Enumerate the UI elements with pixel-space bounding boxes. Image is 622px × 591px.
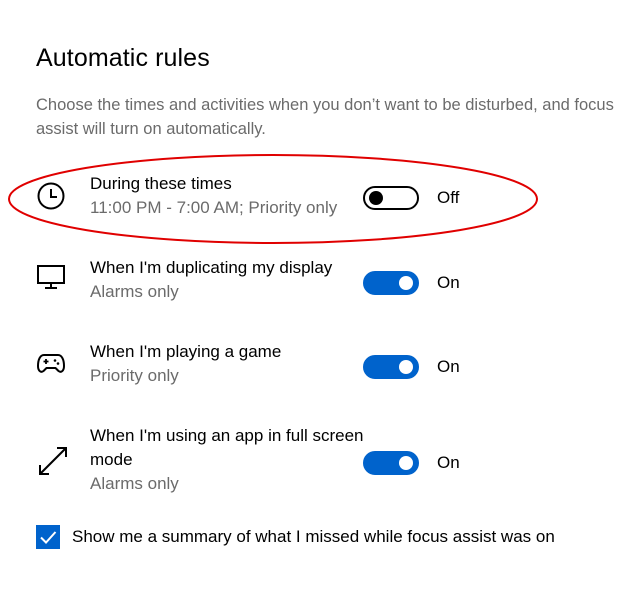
toggle-state-label: On: [437, 357, 460, 376]
rule-subtitle: Priority only: [90, 366, 179, 385]
clock-icon: [36, 181, 66, 211]
toggle-knob: [399, 360, 413, 374]
summary-checkbox-row[interactable]: Show me a summary of what I missed while…: [36, 524, 616, 550]
during-these-times-toggle[interactable]: [363, 186, 419, 210]
toggle-state-label: On: [437, 453, 460, 472]
rule-subtitle: 11:00 PM - 7:00 AM; Priority only: [90, 198, 338, 217]
rule-name: When I'm using an app in full screen mod…: [90, 426, 364, 469]
section-description: Choose the times and activities when you…: [36, 96, 614, 138]
section-title: Automatic rules: [36, 44, 210, 72]
toggle-knob: [399, 456, 413, 470]
rule-name: When I'm duplicating my display: [90, 258, 333, 277]
rule-duplicating-display[interactable]: When I'm duplicating my display Alarms o…: [36, 256, 506, 308]
rule-playing-game[interactable]: When I'm playing a game Priority only: [36, 340, 506, 392]
rule-subtitle: Alarms only: [90, 474, 179, 493]
toggle-state-label: On: [437, 273, 460, 292]
rule-name: When I'm playing a game: [90, 342, 282, 361]
rule-name: During these times: [90, 174, 232, 193]
gamepad-icon: [36, 348, 66, 378]
toggle-state-label: Off: [437, 188, 460, 207]
fullscreen-arrows-icon: [36, 444, 67, 475]
rule-during-these-times[interactable]: During these times 11:00 PM - 7:00 AM; P…: [36, 172, 506, 224]
full-screen-app-toggle[interactable]: [363, 451, 419, 475]
summary-checkbox[interactable]: [36, 525, 60, 549]
duplicating-display-toggle[interactable]: [363, 271, 419, 295]
rule-subtitle: Alarms only: [90, 282, 179, 301]
summary-checkbox-label: Show me a summary of what I missed while…: [72, 527, 555, 546]
checkmark-icon: [40, 531, 57, 544]
playing-game-toggle[interactable]: [363, 355, 419, 379]
toggle-knob: [399, 276, 413, 290]
rule-full-screen-app[interactable]: When I'm using an app in full screen mod…: [36, 424, 506, 500]
monitor-icon: [36, 262, 66, 292]
toggle-knob: [369, 191, 383, 205]
